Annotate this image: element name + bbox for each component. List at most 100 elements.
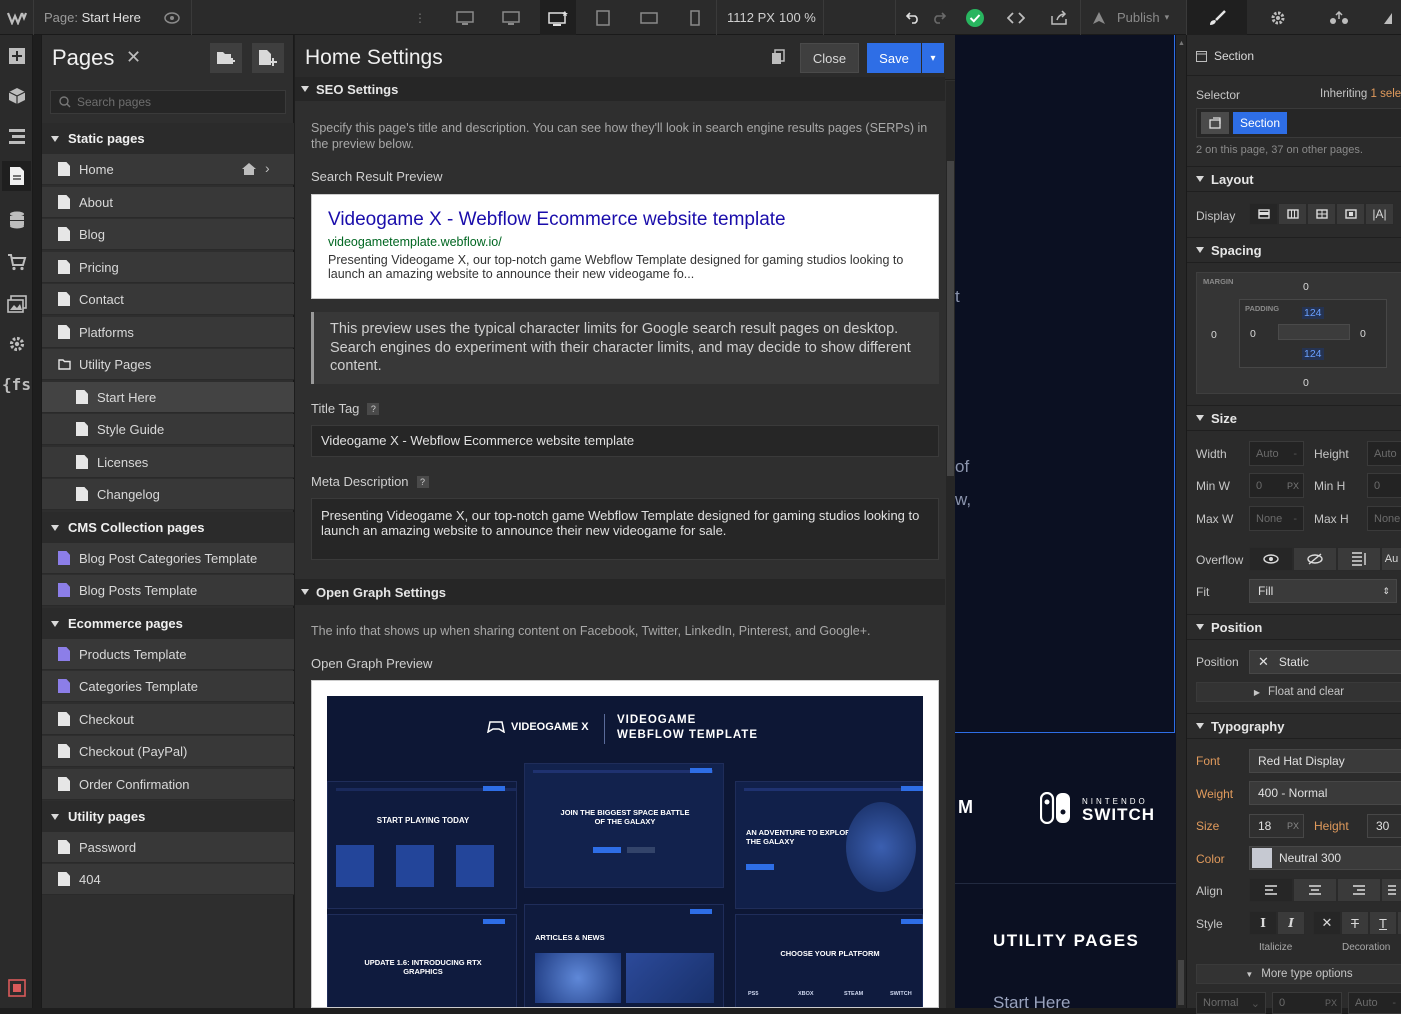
max-height-input[interactable]: None [1367, 506, 1401, 531]
display-block-icon[interactable] [1249, 203, 1278, 225]
redo-icon[interactable] [928, 0, 950, 35]
copy-icon[interactable] [771, 49, 785, 65]
page-item-blog[interactable]: Blog [42, 219, 294, 250]
preview-eye-icon[interactable] [160, 0, 184, 35]
breakpoint-base-icon[interactable] [540, 0, 576, 35]
more-dots-icon[interactable]: ⋮ [408, 0, 432, 35]
margin-bottom-value[interactable]: 0 [1303, 377, 1309, 389]
position-select[interactable]: ✕ Static [1249, 650, 1401, 674]
ecommerce-cart-icon[interactable] [4, 249, 29, 275]
pages-icon[interactable] [2, 161, 31, 191]
overflow-hidden-icon[interactable] [1293, 547, 1337, 571]
canvas-scrollbar[interactable]: ▲ [1176, 35, 1186, 1008]
size-header[interactable]: Size [1187, 405, 1401, 431]
align-center-icon[interactable] [1293, 878, 1337, 902]
page-item-blog-post-categories-template[interactable]: Blog Post Categories Template [42, 543, 294, 574]
display-inline-block-icon[interactable] [1336, 203, 1365, 225]
page-item-contact[interactable]: Contact [42, 284, 294, 315]
typography-header[interactable]: Typography [1187, 713, 1401, 739]
breakpoint-tablet-icon[interactable] [590, 0, 616, 35]
margin-left-value[interactable]: 0 [1211, 329, 1217, 341]
font-size-input[interactable]: 18 PX [1249, 814, 1304, 838]
display-flex-icon[interactable] [1278, 203, 1307, 225]
page-item-blog-posts-template[interactable]: Blog Posts Template [42, 575, 294, 606]
padding-right-value[interactable]: 0 [1360, 328, 1366, 340]
zoom-level[interactable]: 100 % [779, 10, 816, 25]
section-utility-pages[interactable]: Utility pages [42, 801, 294, 832]
page-item-password[interactable]: Password [42, 832, 294, 863]
padding-box[interactable]: PADDING 124 0 0 124 [1239, 299, 1387, 368]
webflow-logo-icon[interactable] [0, 0, 33, 35]
navigator-icon[interactable] [4, 123, 29, 149]
selector-chip[interactable]: Section [1233, 112, 1288, 134]
margin-top-value[interactable]: 0 [1303, 281, 1309, 293]
section-static-pages[interactable]: Static pages [42, 123, 294, 154]
help-icon[interactable]: ? [416, 476, 429, 488]
assets-icon[interactable] [1375, 0, 1401, 35]
display-grid-icon[interactable] [1307, 203, 1336, 225]
close-button[interactable]: Close [800, 43, 859, 73]
spacing-header[interactable]: Spacing [1187, 237, 1401, 263]
page-item-changelog[interactable]: Changelog [42, 479, 294, 510]
page-item-404[interactable]: 404 [42, 864, 294, 895]
start-here-link[interactable]: Start Here [993, 993, 1070, 1013]
breakpoint-desktop-large-icon[interactable] [452, 0, 478, 35]
open-graph-settings-header[interactable]: Open Graph Settings [295, 579, 945, 605]
meta-description-textarea[interactable]: Presenting Videogame X, our top-notch ga… [311, 498, 939, 560]
undo-icon[interactable] [902, 0, 924, 35]
padding-left-value[interactable]: 0 [1250, 328, 1256, 340]
text-indent-input[interactable]: 0 PX [1272, 992, 1342, 1014]
add-panel-icon[interactable] [4, 43, 29, 69]
font-select[interactable]: Red Hat Display [1249, 749, 1401, 773]
overflow-scroll-icon[interactable] [1337, 547, 1381, 571]
symbols-cube-icon[interactable] [4, 83, 29, 109]
page-item-pricing[interactable]: Pricing [42, 252, 294, 283]
assets-images-icon[interactable] [4, 291, 29, 317]
padding-top-value[interactable]: 124 [1302, 307, 1324, 319]
design-canvas[interactable]: t of w, M NINTENDO SWITCH UTILITY PAGES … [955, 35, 1186, 1012]
record-icon[interactable] [4, 975, 29, 1001]
fit-select[interactable]: Fill ⇕ [1249, 579, 1397, 603]
page-item-order-confirmation[interactable]: Order Confirmation [42, 769, 294, 800]
page-indicator[interactable]: Page: Start Here [44, 10, 141, 25]
padding-bottom-value[interactable]: 124 [1302, 348, 1324, 360]
page-item-home[interactable]: Home › [42, 154, 294, 185]
weight-select[interactable]: 400 - Normal [1249, 781, 1401, 805]
style-normal-icon[interactable]: I [1249, 911, 1277, 935]
overflow-visible-eye-icon[interactable] [1249, 547, 1293, 571]
code-icon[interactable] [1003, 0, 1029, 35]
section-cms-collection-pages[interactable]: CMS Collection pages [42, 512, 294, 543]
save-button[interactable]: Save [867, 43, 921, 73]
share-icon[interactable] [1046, 0, 1072, 35]
position-header[interactable]: Position [1187, 614, 1401, 640]
seo-settings-header[interactable]: SEO Settings [295, 77, 945, 101]
color-picker[interactable]: Neutral 300 [1249, 846, 1401, 870]
min-height-input[interactable]: 0 [1367, 473, 1401, 498]
page-item-platforms[interactable]: Platforms [42, 317, 294, 348]
page-settings-chevron-icon[interactable]: › [265, 160, 270, 176]
breakpoint-portrait-icon[interactable] [682, 0, 708, 35]
layout-header[interactable]: Layout [1187, 166, 1401, 192]
align-right-icon[interactable] [1337, 878, 1381, 902]
decoration-underline-icon[interactable]: T [1369, 911, 1397, 935]
selector-menu-icon[interactable] [1201, 112, 1229, 134]
more-type-options-toggle[interactable]: ▼ More type options [1196, 964, 1401, 984]
settings-gear-icon[interactable] [1248, 0, 1308, 35]
max-width-input[interactable]: None - [1249, 506, 1304, 531]
page-item-about[interactable]: About [42, 187, 294, 218]
min-width-input[interactable]: 0 PX [1249, 473, 1304, 498]
align-justify-icon[interactable] [1381, 878, 1401, 902]
inheriting-info[interactable]: Inheriting 1 sele [1320, 88, 1401, 100]
style-italic-icon[interactable]: I [1277, 911, 1305, 935]
align-left-icon[interactable] [1249, 878, 1293, 902]
margin-box[interactable]: MARGIN 0 0 0 PADDING 124 0 0 124 [1196, 272, 1401, 394]
site-settings-gear-icon[interactable] [4, 331, 29, 357]
title-tag-input[interactable]: Videogame X - Webflow Ecommerce website … [311, 425, 939, 457]
float-and-clear-toggle[interactable]: ▶ Float and clear [1196, 682, 1401, 702]
decoration-overflow-button[interactable] [1397, 911, 1401, 935]
page-item-checkout-paypal[interactable]: Checkout (PayPal) [42, 736, 294, 767]
page-item-checkout[interactable]: Checkout [42, 704, 294, 735]
page-item-start-here[interactable]: Start Here [42, 382, 294, 413]
cms-database-icon[interactable] [4, 207, 29, 233]
interactions-icon[interactable] [1309, 0, 1369, 35]
